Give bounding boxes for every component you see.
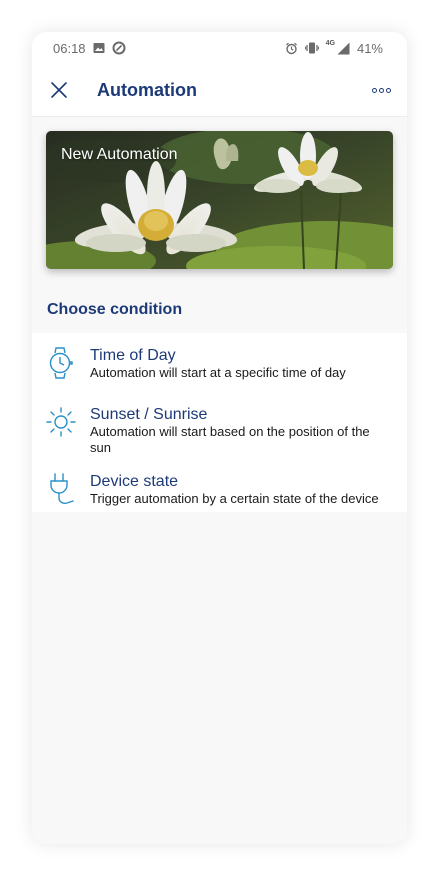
- condition-list: Time of Day Automation will start at a s…: [32, 333, 407, 512]
- signal-icon: [337, 42, 350, 55]
- condition-text: Time of Day Automation will start at a s…: [90, 333, 346, 381]
- alarm-icon: [285, 42, 298, 55]
- more-icon[interactable]: [368, 84, 395, 97]
- watch-icon: [46, 346, 76, 380]
- sun-icon: [46, 405, 76, 439]
- network-type: 4G: [325, 40, 335, 47]
- condition-time-of-day[interactable]: Time of Day Automation will start at a s…: [32, 333, 407, 392]
- status-left: 06:18: [53, 41, 126, 56]
- app-header: Automation: [32, 64, 407, 117]
- data-saver-icon: [112, 41, 126, 55]
- condition-text: Device state Trigger automation by a cer…: [90, 459, 379, 507]
- battery-level: 41%: [356, 40, 383, 56]
- vibrate-icon: [304, 42, 319, 54]
- condition-text: Sunset / Sunrise Automation will start b…: [90, 392, 390, 456]
- image-icon: [93, 42, 105, 54]
- banner-image: New Automation: [46, 131, 393, 269]
- condition-description: Automation will start based on the posit…: [90, 424, 370, 455]
- more-dot: [386, 87, 391, 93]
- section-title: Choose condition: [47, 301, 183, 318]
- more-dot: [372, 87, 377, 93]
- close-icon[interactable]: [48, 79, 70, 101]
- plug-icon: [46, 472, 76, 506]
- condition-sunset-sunrise[interactable]: Sunset / Sunrise Automation will start b…: [32, 392, 407, 459]
- condition-title: Device state: [90, 473, 179, 490]
- phone-screen: 06:18 4G 41% Automation New Automation C…: [32, 32, 407, 844]
- banner-title: New Automation: [61, 146, 178, 163]
- status-right: 4G 41%: [285, 40, 383, 56]
- status-time: 06:18: [53, 40, 86, 56]
- page-title: Automation: [97, 79, 197, 100]
- more-dot: [379, 87, 384, 93]
- condition-title: Time of Day: [90, 347, 176, 364]
- condition-title: Sunset / Sunrise: [90, 406, 208, 423]
- condition-description: Automation will start at a specific time…: [90, 365, 346, 380]
- condition-device-state[interactable]: Device state Trigger automation by a cer…: [32, 459, 407, 512]
- condition-description: Trigger automation by a certain state of…: [90, 491, 379, 506]
- status-bar: 06:18 4G 41%: [32, 32, 407, 64]
